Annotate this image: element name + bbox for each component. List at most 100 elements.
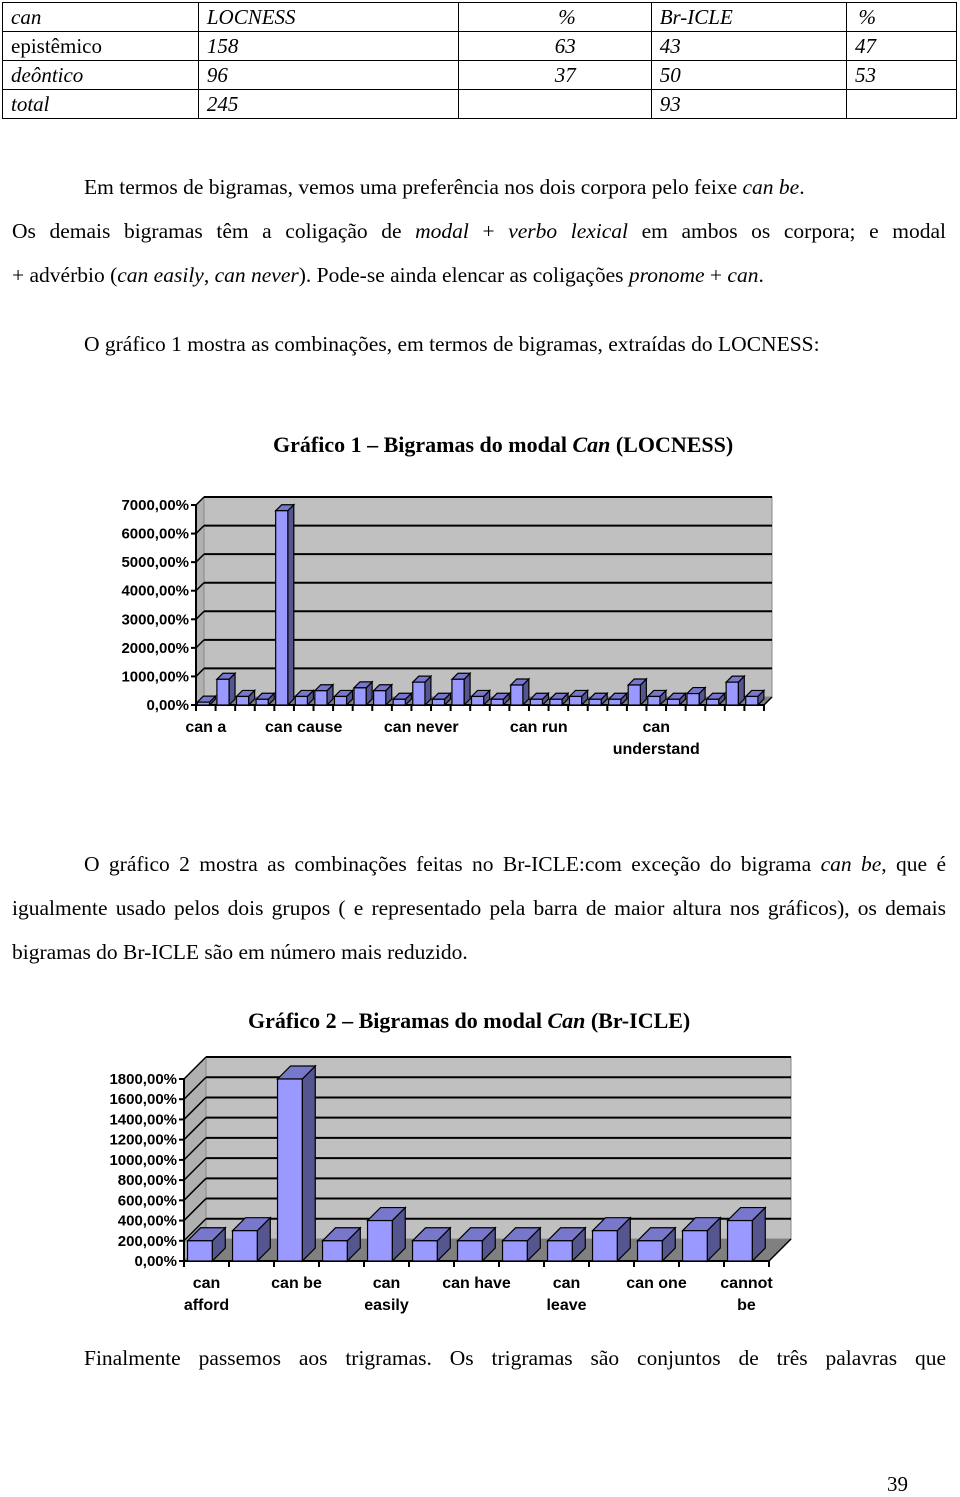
bar	[392, 698, 406, 706]
text: ). Pode-se ainda elencar as coligações	[298, 263, 629, 287]
table-cell: total	[2, 89, 199, 119]
y-tick-label: 0,00%	[146, 697, 189, 714]
emphasis: modal	[415, 219, 469, 243]
y-tick-label: 6000,00%	[121, 526, 189, 543]
table-cell: 96	[197, 60, 459, 90]
modal-can-table: can LOCNESS % Br-ICLE % epistêmico 158 6…	[2, 2, 957, 119]
paragraph-trigrams: Finalmente passemos aos trigramas. Os tr…	[84, 1346, 946, 1370]
paragraph-line: Os demais bigramas têm a coligação de mo…	[12, 209, 946, 253]
table-cell: 63	[457, 31, 652, 61]
bar	[529, 698, 544, 706]
table-cell: 37	[457, 60, 652, 90]
text: Em termos de bigramas, vemos uma preferê…	[84, 175, 743, 199]
emphasis: can be	[742, 175, 800, 199]
x-category-label: can	[193, 1275, 221, 1292]
paragraph-line: + advérbio (can easily, can never). Pode…	[12, 253, 946, 297]
paragraph-chart2-intro: O gráfico 2 mostra as combinações feitas…	[12, 842, 946, 974]
table-cell: deôntico	[2, 60, 199, 90]
chart1-locness-bigrams: 0,00% 1000,00% 2000,00% 3000,00% 4000,00% 500…	[121, 495, 773, 758]
emphasis: pronome	[628, 263, 705, 287]
bar	[636, 1240, 663, 1262]
bar	[412, 681, 426, 706]
bar	[470, 695, 485, 706]
bar-side	[301, 1064, 316, 1263]
bar	[549, 698, 563, 706]
bar	[451, 678, 465, 706]
text: (Br-ICLE)	[585, 1008, 691, 1033]
bar	[608, 698, 622, 706]
bar	[726, 1219, 753, 1262]
bar	[568, 695, 583, 706]
table-row: deôntico 96 37 50 53	[2, 60, 957, 90]
bar	[456, 1240, 483, 1262]
text: Gráfico 1 – Bigramas do modal	[273, 432, 573, 457]
bar	[431, 698, 446, 706]
bar	[372, 690, 387, 706]
table-cell: 245	[197, 89, 459, 119]
bar	[216, 678, 230, 706]
table-cell: epistêmico	[2, 31, 199, 61]
chart1-title: Gráfico 1 – Bigramas do modal Can (LOCNE…	[273, 432, 733, 458]
bar	[627, 684, 641, 706]
bar	[591, 1230, 618, 1262]
bar	[231, 1230, 258, 1262]
x-category-label: leave	[546, 1297, 586, 1314]
y-tick-label: 1000,00%	[109, 1152, 177, 1169]
table-cell: 53	[846, 60, 957, 90]
emphasis: can never	[214, 263, 299, 287]
bar	[294, 695, 308, 706]
x-category-label: can run	[510, 719, 568, 736]
x-category-label: easily	[364, 1297, 409, 1314]
x-category-label: can be	[271, 1275, 322, 1292]
y-tick-label: 200,00%	[118, 1233, 177, 1250]
table-cell: 158	[197, 31, 459, 61]
table-cell	[457, 89, 652, 119]
emphasis: Can	[547, 1008, 586, 1033]
y-tick-label: 1400,00%	[109, 1111, 177, 1128]
bar	[255, 698, 269, 706]
y-tick-label: 7000,00%	[121, 497, 189, 514]
text: .	[799, 175, 805, 199]
table-header-cell: Br-ICLE	[650, 2, 848, 32]
x-category-label: can never	[384, 719, 459, 736]
bar	[353, 687, 367, 706]
y-tick-label: 4000,00%	[121, 583, 189, 600]
x-category-label: can have	[442, 1275, 511, 1292]
paragraph-line: Em termos de bigramas, vemos uma preferê…	[12, 165, 946, 209]
bar	[321, 1240, 348, 1262]
y-tick-label: 5000,00%	[121, 554, 189, 571]
table-header-cell: %	[457, 2, 652, 32]
bar	[275, 510, 289, 706]
page-number: 39	[887, 1472, 908, 1496]
x-category-label: understand	[613, 741, 700, 758]
y-tick-label: 1800,00%	[109, 1071, 177, 1088]
chart2-bricle-bigrams: 0,00% 200,00% 400,00% 600,00% 800,00% 1000,00…	[109, 1055, 792, 1314]
text: O gráfico 2 mostra as combinações feitas…	[84, 852, 821, 876]
bar	[490, 698, 504, 706]
text: Gráfico 2 – Bigramas do modal	[248, 1008, 548, 1033]
table-cell: 43	[650, 31, 848, 61]
table-cell: 50	[650, 60, 848, 90]
bar	[546, 1240, 573, 1262]
y-tick-label: 3000,00%	[121, 611, 189, 628]
emphasis: Can	[572, 432, 611, 457]
bar	[686, 692, 700, 706]
x-category-label: can a	[185, 719, 226, 736]
table-cell	[846, 89, 957, 119]
text: (LOCNESS)	[610, 432, 734, 457]
bar	[705, 698, 720, 706]
table-header-row: can LOCNESS % Br-ICLE %	[2, 2, 957, 32]
bar	[314, 690, 328, 706]
chart2-title: Gráfico 2 – Bigramas do modal Can (Br-IC…	[248, 1008, 690, 1034]
y-tick-label: 1200,00%	[109, 1132, 177, 1149]
table-cell: 47	[846, 31, 957, 61]
bar	[276, 1078, 303, 1262]
x-category-label: afford	[184, 1297, 229, 1314]
bar	[666, 698, 681, 706]
x-category-label: can cause	[265, 719, 342, 736]
y-tick-label: 0,00%	[134, 1253, 177, 1270]
text: Os demais bigramas têm a coligação de	[12, 219, 416, 243]
bar	[647, 695, 661, 706]
bar	[196, 701, 211, 706]
text: +	[704, 263, 728, 287]
